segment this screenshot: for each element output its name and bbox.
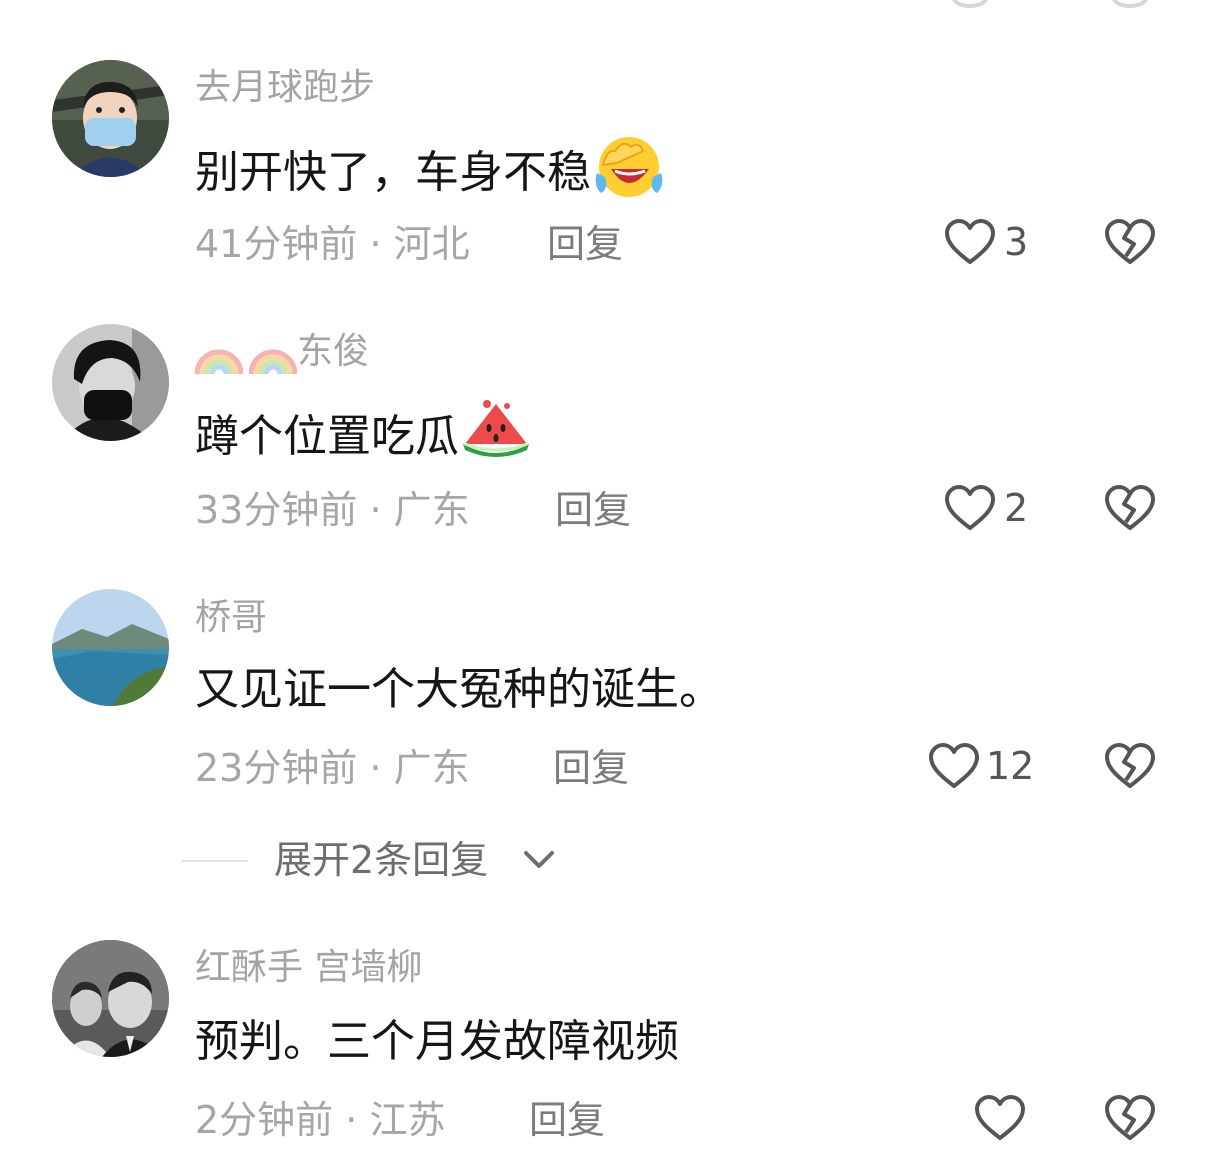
comment-location: 广东 (393, 746, 470, 790)
expand-replies-label: 展开2条回复 (274, 838, 489, 882)
dislike-button[interactable] (1104, 1094, 1156, 1146)
username[interactable]: 红酥手 宫墙柳 (195, 946, 422, 990)
comment-text: 蹲个位置吃瓜 (195, 398, 531, 476)
comment-meta: 2分钟前 · 江苏 回复 (195, 1096, 605, 1144)
heart-icon (975, 1095, 1025, 1140)
heart-icon (945, 219, 995, 264)
comment-text: 别开快了，车身不稳 (195, 133, 665, 213)
avatar[interactable] (52, 940, 169, 1057)
heart-icon (929, 743, 979, 788)
like-count: 3 (1004, 220, 1029, 264)
like-count: 2 (1004, 486, 1029, 530)
like-button[interactable]: 2 (944, 484, 1028, 532)
comment-location: 广东 (393, 488, 470, 532)
avatar[interactable] (52, 60, 169, 177)
chevron-down-icon (522, 848, 556, 876)
username[interactable]: 桥哥 (195, 596, 267, 640)
reply-button[interactable]: 回复 (547, 220, 623, 268)
reply-button[interactable]: 回复 (553, 744, 629, 792)
broken-heart-icon (1105, 485, 1155, 530)
divider-line (182, 860, 248, 862)
avatar[interactable] (52, 589, 169, 706)
comment-text-body: 又见证一个大冤种的诞生。 (195, 664, 723, 715)
comment-time: 2分钟前 (195, 1098, 334, 1142)
watermelon-icon (461, 398, 531, 476)
dislike-button[interactable] (1104, 742, 1156, 794)
like-button[interactable]: 3 (944, 218, 1028, 266)
avatar[interactable] (52, 324, 169, 441)
comment-text: 又见证一个大冤种的诞生。 (195, 662, 723, 718)
meta-separator: · (357, 746, 394, 790)
username[interactable]: 东俊 (194, 330, 370, 375)
comment-meta: 41分钟前 · 河北 回复 (195, 220, 623, 268)
like-count: 12 (986, 744, 1035, 788)
expand-replies-button[interactable]: 展开2条回复 (0, 830, 1220, 890)
comment-time: 23分钟前 (195, 746, 358, 790)
rainbow-icon (248, 330, 298, 375)
broken-heart-icon (1105, 743, 1155, 788)
comment-time: 33分钟前 (195, 488, 358, 532)
comment-meta: 23分钟前 · 广东 回复 (195, 744, 629, 792)
face-with-tears-of-joy-icon (593, 133, 665, 213)
dislike-icon (1112, 0, 1148, 8)
meta-separator: · (357, 222, 394, 266)
broken-heart-icon (1105, 219, 1155, 264)
reply-button[interactable]: 回复 (555, 486, 631, 534)
comment-meta: 33分钟前 · 广东 回复 (195, 486, 631, 534)
meta-separator: · (357, 488, 394, 532)
heart-icon (945, 485, 995, 530)
meta-separator: · (333, 1098, 370, 1142)
comment-text-body: 预判。三个月发故障视频 (195, 1016, 679, 1067)
comment-text-body: 蹲个位置吃瓜 (195, 411, 459, 462)
username[interactable]: 去月球跑步 (195, 66, 375, 110)
comment-time: 41分钟前 (195, 222, 358, 266)
reply-button[interactable]: 回复 (529, 1096, 605, 1144)
like-icon (952, 0, 988, 8)
comment-location: 江苏 (369, 1098, 446, 1142)
comment-text-body: 别开快了，车身不稳 (195, 147, 591, 198)
broken-heart-icon (1105, 1095, 1155, 1140)
comment-text: 预判。三个月发故障视频 (195, 1014, 679, 1070)
previous-comment-fragment (0, 0, 1220, 14)
like-button[interactable]: 12 (928, 742, 1034, 790)
dislike-button[interactable] (1104, 484, 1156, 536)
comment-location: 河北 (393, 222, 470, 266)
like-button[interactable] (974, 1094, 1026, 1142)
dislike-button[interactable] (1104, 218, 1156, 270)
username-text: 东俊 (297, 331, 370, 372)
rainbow-icon (194, 330, 244, 375)
